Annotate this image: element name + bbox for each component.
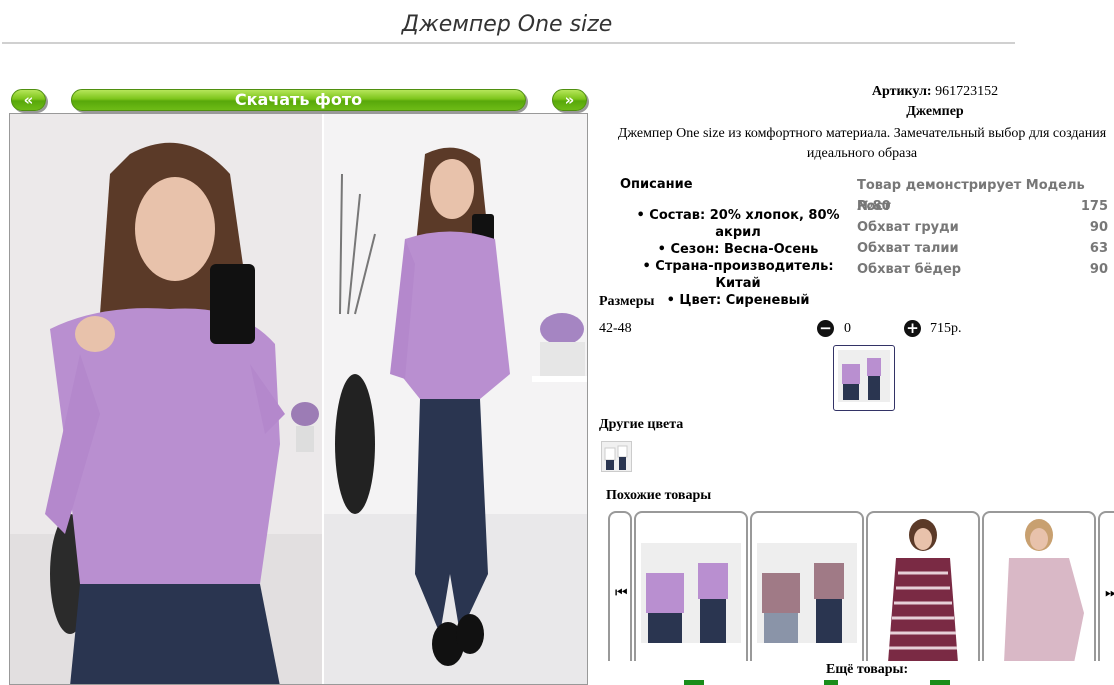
title-divider bbox=[2, 42, 1015, 44]
description-item: Сезон: Весна-Осень bbox=[618, 241, 858, 258]
color-variant-image bbox=[602, 442, 631, 471]
download-photo-button[interactable]: Скачать фото bbox=[71, 89, 526, 111]
measurement-label: Обхват бёдер bbox=[857, 262, 962, 277]
similar-product-card[interactable] bbox=[634, 511, 748, 661]
carousel-prev-button[interactable]: ⏮ bbox=[608, 511, 632, 661]
color-variant-thumbnail[interactable] bbox=[601, 441, 632, 472]
similar-product-image bbox=[888, 519, 958, 661]
measurement-row: Товар демонстрирует Модель №80 bbox=[857, 175, 1108, 214]
more-products-heading: Ещё товары: bbox=[826, 662, 909, 677]
measurement-value: 90 bbox=[1089, 220, 1108, 235]
measurement-row: Обхват груди 90 bbox=[857, 217, 1108, 238]
product-description: Джемпер One size из комфортного материал… bbox=[617, 126, 1107, 161]
more-products-link[interactable] bbox=[930, 680, 950, 685]
product-name: Джемпер bbox=[906, 104, 964, 119]
measurement-label: Товар демонстрирует Модель №80 bbox=[857, 178, 1085, 214]
size-value: 42-48 bbox=[599, 321, 632, 336]
similar-product-card[interactable] bbox=[750, 511, 864, 661]
next-photo-button[interactable]: » bbox=[552, 89, 587, 111]
measurement-row: Обхват бёдер 90 bbox=[857, 259, 1108, 280]
measurement-value: 175 bbox=[1080, 199, 1108, 214]
more-products-link[interactable] bbox=[684, 680, 704, 685]
page-title: Джемпер One size bbox=[401, 12, 613, 37]
more-products-link[interactable] bbox=[824, 680, 838, 685]
description-item: Страна-производитель: Китай bbox=[618, 258, 858, 292]
article-value: 961723152 bbox=[935, 84, 999, 99]
carousel-next-button[interactable]: ⏭ bbox=[1098, 511, 1114, 661]
similar-product-image bbox=[757, 543, 857, 643]
plus-icon[interactable]: + bbox=[904, 320, 921, 337]
measurement-value: 63 bbox=[1089, 241, 1108, 256]
measurement-value: 90 bbox=[1089, 262, 1108, 277]
similar-product-card[interactable] bbox=[866, 511, 980, 661]
similar-products-heading: Похожие товары bbox=[606, 488, 712, 503]
sizes-heading: Размеры bbox=[599, 294, 655, 309]
similar-product-image bbox=[1004, 519, 1084, 661]
measurement-row: Рост 175 bbox=[857, 196, 1108, 217]
skip-forward-icon: ⏭ bbox=[1105, 585, 1114, 601]
minus-icon[interactable]: − bbox=[817, 320, 834, 337]
product-photo-image bbox=[10, 114, 587, 684]
measurement-label: Обхват груди bbox=[857, 220, 959, 235]
similar-product-card[interactable] bbox=[982, 511, 1096, 661]
similar-product-image bbox=[641, 543, 741, 643]
description-heading: Описание bbox=[620, 177, 693, 192]
description-item: Состав: 20% хлопок, 80% акрил bbox=[618, 207, 858, 241]
measurement-label: Рост bbox=[857, 199, 891, 214]
measurement-label: Обхват талии bbox=[857, 241, 959, 256]
quantity-value: 0 bbox=[844, 321, 851, 336]
measurement-row: Обхват талии 63 bbox=[857, 238, 1108, 259]
article-label: Артикул: bbox=[871, 84, 932, 99]
model-measurements: Товар демонстрирует Модель №80 Рост 175 … bbox=[857, 175, 1108, 280]
skip-back-icon: ⏮ bbox=[615, 585, 628, 601]
price: 715р. bbox=[930, 321, 962, 336]
article-line: Артикул: 961723152 bbox=[600, 84, 1114, 100]
size-thumbnail-image bbox=[838, 350, 890, 402]
other-colors-heading: Другие цвета bbox=[599, 417, 684, 432]
similar-products-carousel: ⏮ ⏭ bbox=[606, 511, 1114, 666]
product-photo[interactable] bbox=[9, 113, 588, 685]
prev-photo-button[interactable]: « bbox=[11, 89, 46, 111]
size-photo-thumbnail[interactable] bbox=[833, 345, 895, 411]
